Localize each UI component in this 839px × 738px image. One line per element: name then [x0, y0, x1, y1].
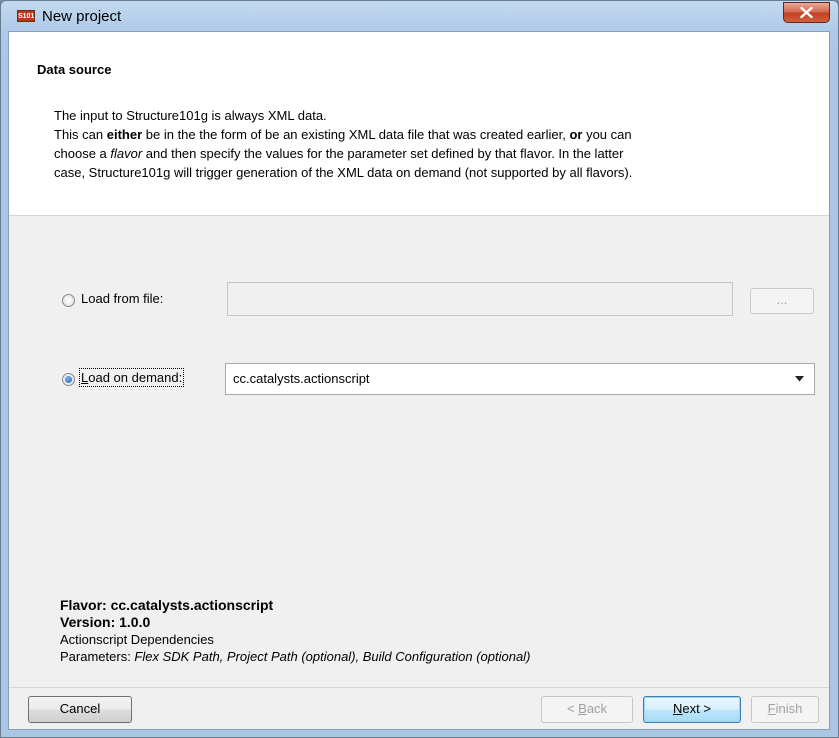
header-panel: Data source The input to Structure101g i… [9, 32, 829, 216]
flavor-select-value: cc.catalysts.actionscript [233, 371, 370, 386]
label-text: < [566, 701, 579, 716]
close-button[interactable] [783, 2, 830, 23]
flavor-name: Flavor: cc.catalysts.actionscript [60, 597, 274, 613]
description-text: choose a [54, 146, 111, 161]
new-project-window: S101 New project Data source The input t… [0, 0, 839, 738]
structure101-app-icon: S101 [17, 10, 35, 22]
description-text: you can [582, 127, 632, 142]
label-text: ack [586, 701, 608, 716]
flavor-parameters: Parameters: Flex SDK Path, Project Path … [60, 648, 530, 665]
mnemonic-f: F [767, 701, 776, 716]
finish-button[interactable]: Finish [751, 696, 819, 723]
description-emphasis-or: or [569, 127, 583, 142]
parameters-label: Parameters: [60, 649, 135, 664]
footer-separator [9, 687, 829, 688]
description-line-3: choose a flavor and then specify the val… [54, 144, 814, 163]
mnemonic-n: N [673, 701, 683, 716]
description-text: and then specify the values for the para… [142, 146, 624, 161]
close-icon [800, 7, 813, 18]
dialog-body: Data source The input to Structure101g i… [8, 31, 830, 730]
mnemonic-b: B [578, 701, 587, 716]
label-text: oad on demand: [88, 370, 183, 385]
browse-button[interactable]: ... [750, 288, 814, 314]
description-line-4: case, Structure101g will trigger generat… [54, 165, 633, 180]
load-from-file-radio[interactable] [62, 294, 75, 307]
page-title: Data source [37, 62, 112, 77]
title-bar[interactable]: S101 New project [1, 1, 838, 31]
next-button[interactable]: Next > [643, 696, 741, 723]
description-line-2: This can either be in the the form of be… [54, 125, 814, 144]
chevron-down-icon [795, 376, 804, 382]
description-line-1: The input to Structure101g is always XML… [54, 108, 327, 123]
data-source-description: The input to Structure101g is always XML… [54, 106, 814, 182]
flavor-version: Version: 1.0.0 [60, 614, 151, 630]
load-on-demand-label[interactable]: Load on demand: [78, 368, 185, 387]
description-emphasis-either: either [106, 127, 143, 142]
description-text: be in the the form of be an existing XML… [142, 127, 570, 142]
label-text: ext > [682, 701, 711, 716]
load-on-demand-radio[interactable] [62, 373, 75, 386]
description-italic-flavor: flavor [110, 146, 143, 161]
back-button[interactable]: < Back [541, 696, 633, 723]
label-text: inish [775, 701, 803, 716]
cancel-button[interactable]: Cancel [28, 696, 132, 723]
parameters-list: Flex SDK Path, Project Path (optional), … [134, 649, 531, 664]
flavor-info: Flavor: cc.catalysts.actionscript Versio… [60, 597, 530, 665]
description-text: This can [54, 127, 107, 142]
flavor-description: Actionscript Dependencies [60, 632, 214, 647]
file-path-input[interactable] [227, 282, 733, 316]
window-title: New project [42, 8, 122, 25]
flavor-select[interactable]: cc.catalysts.actionscript [225, 363, 815, 395]
load-from-file-label[interactable]: Load from file: [81, 291, 163, 306]
